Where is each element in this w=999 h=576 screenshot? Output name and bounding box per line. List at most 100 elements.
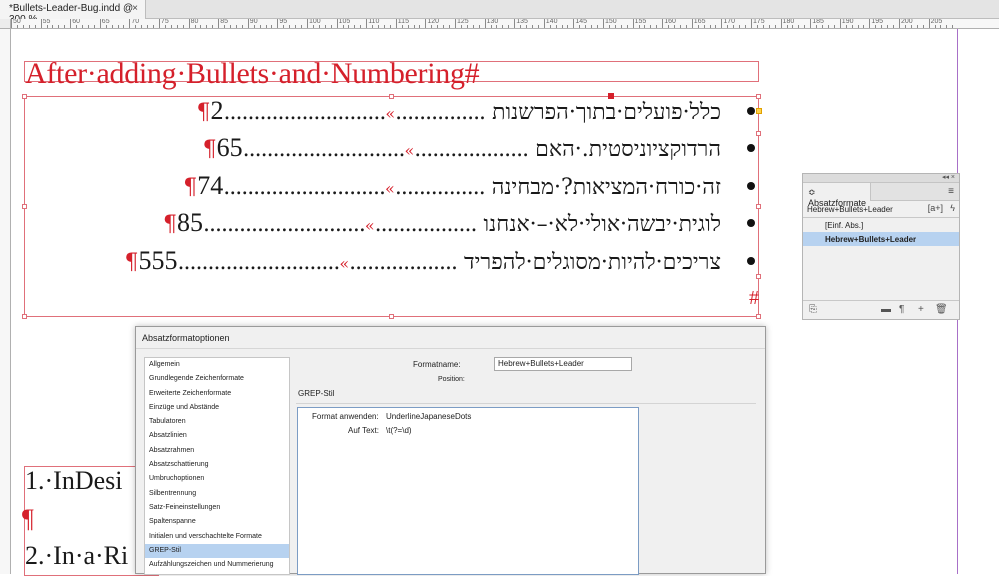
list-item-text: לוגית·יבשה·אולי·לא·–·אנחנו [483,212,721,237]
panel-collapse-bar[interactable]: ◂◂ × [803,174,959,183]
ruler-tick [360,25,362,28]
tab-leader: ........................... [242,137,406,162]
ruler-tick [455,19,456,28]
ruler-tick [780,19,782,28]
ruler-origin[interactable] [0,19,11,29]
ruler-tick [833,25,835,28]
ruler-tick [253,25,255,28]
position-label: Position: [438,376,465,383]
ruler-tick [904,25,906,28]
end-of-story-mark: # [749,287,759,309]
bullet-icon [747,182,755,190]
ruler-tick [614,25,616,28]
ruler-tick [123,25,125,28]
panel-menu-icon[interactable]: ≡ [948,186,954,197]
ruler-tick [561,25,563,28]
ruler-tick [431,25,433,28]
category-item[interactable]: Satz-Feineinstellungen [145,501,289,515]
ruler-tick [674,25,676,28]
category-item-grep-style[interactable]: GREP-Stil [145,543,289,559]
category-item[interactable]: Initialen und verschachtelte Formate [145,530,289,544]
category-item[interactable]: Tabulatoren [145,415,289,429]
ruler-tick [153,25,155,28]
load-styles-icon[interactable]: ⎘ [809,304,817,315]
document-tab[interactable]: *Bullets-Leader-Bug.indd @ 300 % × [0,0,146,25]
formatname-input[interactable]: Hebrew+Bullets+Leader [494,357,632,371]
ruler-tick [354,25,356,28]
ruler-tick [64,25,66,28]
new-style-override-icon[interactable]: [a+] [928,203,943,213]
ruler-tick [632,19,634,28]
ruler-tick [644,25,646,28]
ruler-tick [301,25,303,28]
ruler-tick [603,19,604,28]
frame-handle-side-1[interactable] [756,131,761,136]
ruler-tick [235,25,237,28]
ruler-tick [496,25,498,28]
ruler-tick [508,25,510,28]
ruler-tick [147,25,149,28]
numbered-line-2: 2.·In·a·Ri [25,541,129,570]
ruler-tick [135,25,137,28]
category-item[interactable]: Absatzlinien [145,429,289,443]
frame-handle-mr[interactable] [756,204,761,209]
category-item[interactable]: Allgemein [145,358,289,372]
horizontal-ruler[interactable]: 50 55 60 65 70 75 80 85 90 95 100 105 110 115 120 125 13… [11,19,999,29]
bullet-icon [747,219,755,227]
out-port-icon[interactable] [756,108,762,114]
trash-icon[interactable]: 🗑 [935,304,948,315]
clear-overrides-icon[interactable]: ¶ [899,304,904,315]
ruler-tick [182,25,184,28]
category-item[interactable]: Erweiterte Zeichenformate [145,387,289,401]
ruler-tick [739,25,741,28]
tab-absatzformate[interactable]: ≎ Absatzformate [803,183,871,208]
ruler-tick [283,25,285,28]
ruler-tick [395,19,397,28]
frame-handle-side-2[interactable] [756,274,761,279]
ruler-tick [887,25,889,28]
category-item[interactable]: Silbentrennung [145,487,289,501]
ruler-tick [691,19,693,28]
category-item[interactable]: Spaltenspanne [145,515,289,529]
ruler-tick [668,25,670,28]
frame-handle-tr[interactable] [756,94,761,99]
frame-handle-bm[interactable] [389,314,394,319]
folder-icon[interactable]: ▬ [881,304,891,315]
formatname-label: Formatname: [413,360,461,369]
ruler-tick [241,25,243,28]
style-item-hebrew-bullets-leader[interactable]: Hebrew+Bullets+Leader [803,232,959,246]
category-item[interactable]: Absatzrahmen [145,444,289,458]
ruler-tick [460,25,462,28]
list-item: ¶2...........................«..........… [196,96,721,125]
category-item[interactable]: Grundlegende Zeichenformate [145,372,289,386]
ruler-tick [638,25,640,28]
ruler-tick [520,25,522,28]
vertical-ruler[interactable] [0,19,11,574]
apply-style-value[interactable]: UnderlineJapaneseDots [386,412,471,421]
ruler-tick [28,25,30,28]
ruler-tick [928,19,930,28]
category-item[interactable]: Absatzschattierung [145,458,289,472]
ruler-tick [591,25,593,28]
ruler-tick [816,25,818,28]
ruler-tick [105,25,107,28]
category-item[interactable]: Einzüge und Abstände [145,401,289,415]
frame-handle-bl[interactable] [22,314,27,319]
frame-handle-ml[interactable] [22,204,27,209]
ruler-tick [401,25,403,28]
list-text-frame[interactable] [24,96,759,317]
ruler-tick [608,25,610,28]
frame-handle-tl[interactable] [22,94,27,99]
close-icon[interactable]: × [132,3,138,14]
ruler-tick [555,25,557,28]
style-item-basic[interactable]: [Einf. Abs.] [803,218,959,232]
lightning-icon[interactable]: ϟ [950,203,955,213]
to-text-value[interactable]: \t(?=\d) [386,426,412,435]
grep-style-list[interactable]: Format anwenden: UnderlineJapaneseDots A… [297,407,639,575]
ruler-tick [200,25,202,28]
category-item[interactable]: Aufzählungszeichen und Nummerierung [145,558,289,572]
frame-handle-br[interactable] [756,314,761,319]
ruler-tick [745,25,747,28]
new-style-icon[interactable]: + [918,304,924,315]
category-item[interactable]: Umbruchoptionen [145,472,289,486]
